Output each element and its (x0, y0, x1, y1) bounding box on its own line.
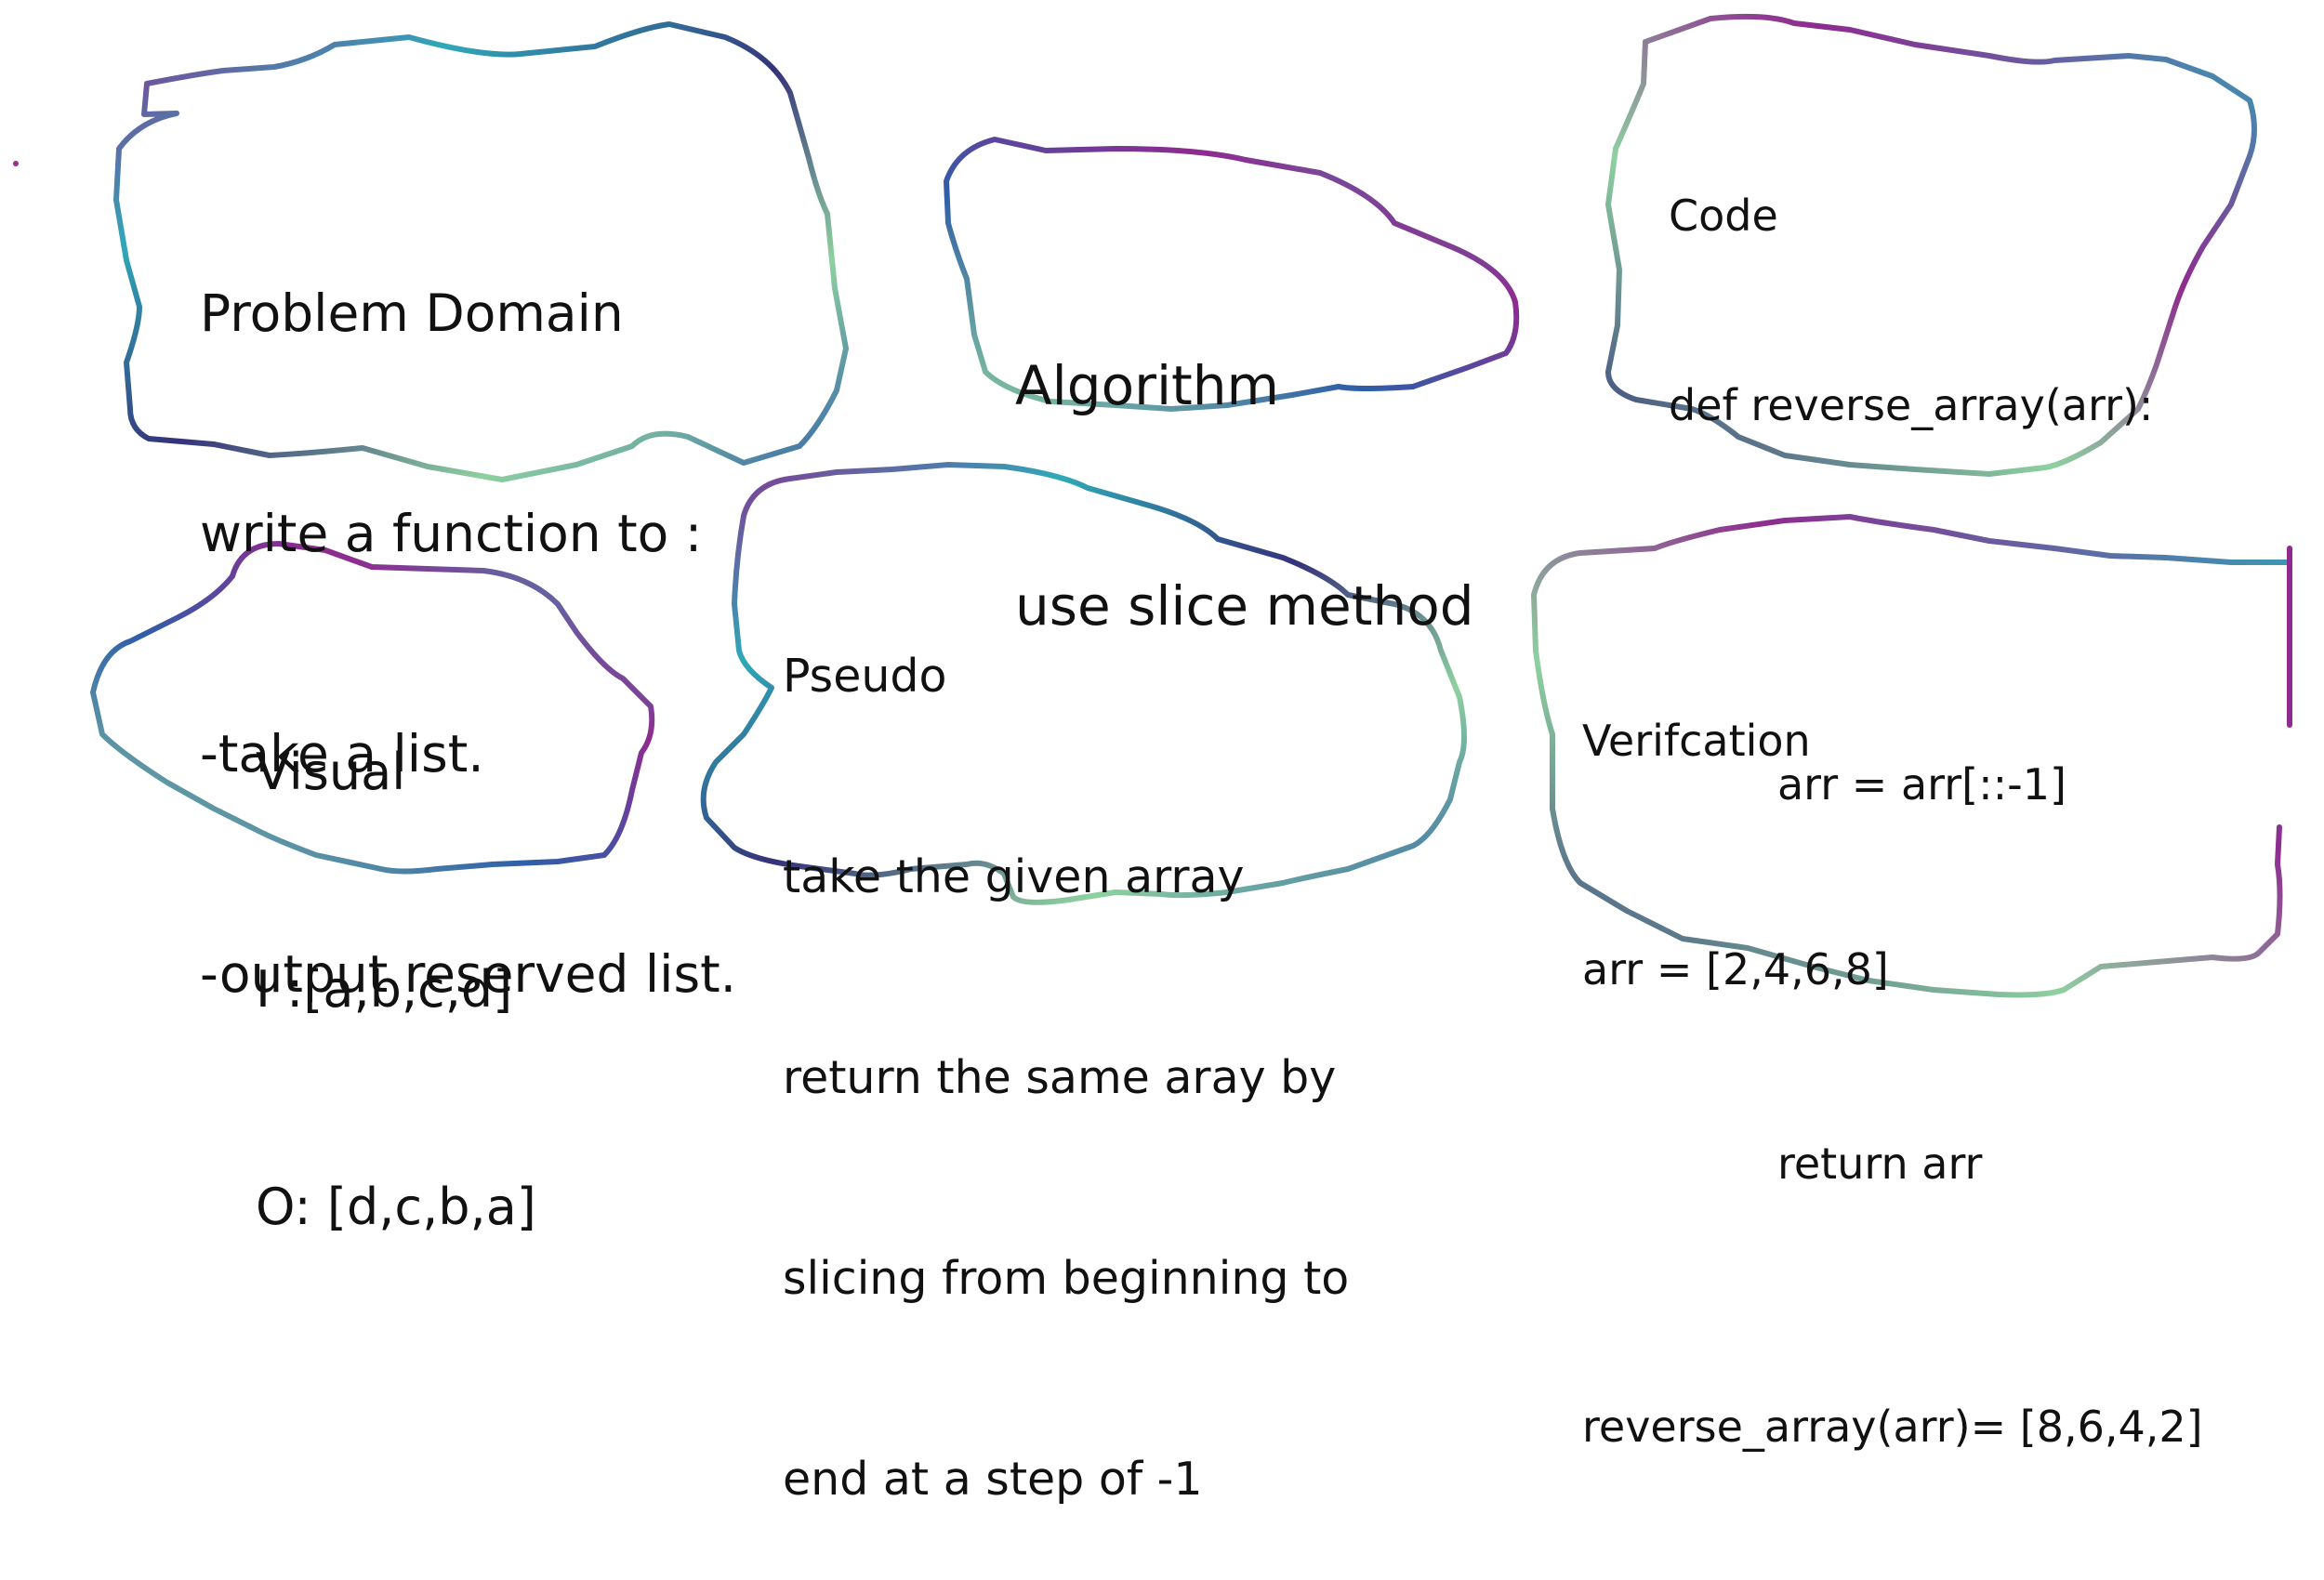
code-title: Code (1669, 191, 1778, 241)
visual-title: Visual (256, 743, 406, 801)
verification-line-3: reverse_array(arr)= [8,6,4,2] (1582, 1402, 2203, 1452)
pseudo-title: Pseudo (783, 650, 947, 703)
verification-note: Verifcation arr = [2,4,6,8] reverse_arra… (1582, 550, 2203, 1541)
pseudo-line-1: take the given array (783, 850, 1245, 903)
visual-line-2: O: [d,c,b,a] (256, 1178, 536, 1236)
visual-line-1: I :[a,b,c,d] (256, 960, 513, 1019)
problem-domain-line-1: write a function to : (200, 504, 703, 563)
code-line-1: def reverse_array(arr): (1669, 380, 2154, 430)
verification-line-2 (1582, 1160, 2203, 1236)
problem-domain-title: Problem Domain (200, 283, 624, 343)
pseudo-line-3: slicing from beginning to (783, 1252, 1350, 1305)
verification-line-1: arr = [2,4,6,8] (1582, 944, 1889, 994)
pseudo-line-4: end at a step of -1 (783, 1453, 1203, 1506)
pseudo-line-2: return the same aray by (783, 1051, 1337, 1104)
pseudo-note: Pseudo take the given array return the s… (783, 509, 1349, 1580)
verification-title: Verifcation (1582, 716, 1811, 766)
algorithm-title: Algorithm (1015, 354, 1280, 417)
stray-dot (13, 161, 19, 166)
visual-note: Visual I :[a,b,c,d] O: [d,c,b,a] (256, 591, 536, 1316)
